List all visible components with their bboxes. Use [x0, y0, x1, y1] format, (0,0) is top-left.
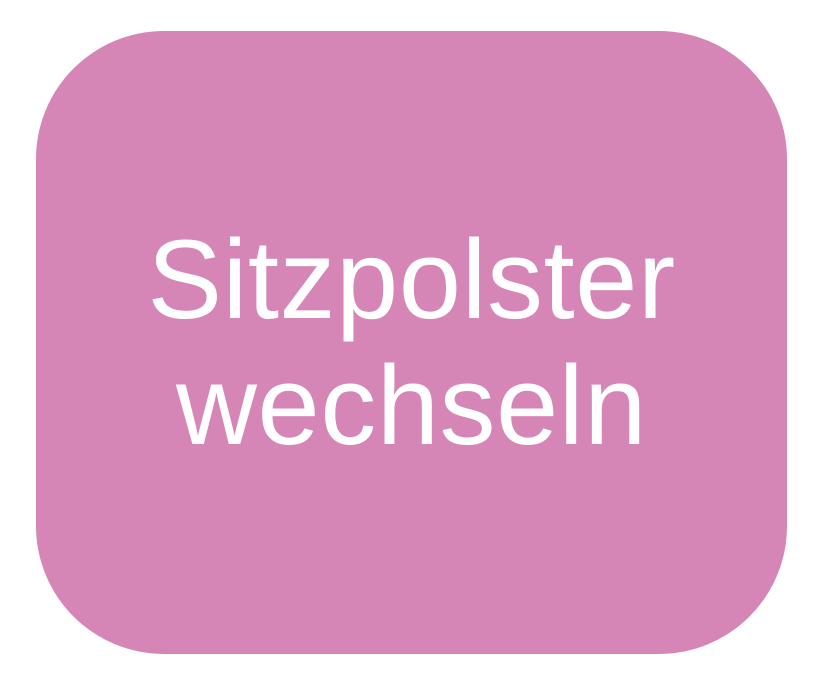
- button-label-line-2: wechseln: [176, 342, 647, 468]
- button-label-line-1: Sitzpolster: [147, 217, 676, 343]
- change-seat-cushion-button[interactable]: Sitzpolster wechseln: [36, 31, 787, 654]
